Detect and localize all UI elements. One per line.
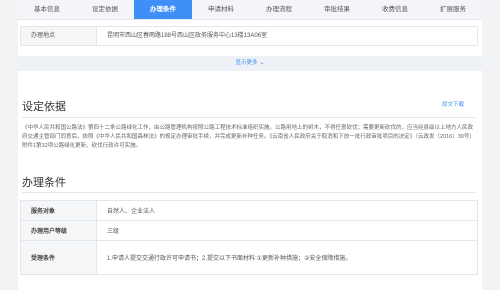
tab-result[interactable]: 审批结果 xyxy=(308,0,366,19)
tab-extended-services[interactable]: 扩展服务 xyxy=(424,0,482,19)
tab-basic-info[interactable]: 基本信息 xyxy=(18,0,76,19)
user-level-label: 办理用户等级 xyxy=(20,220,97,241)
tab-bar: 基本信息 设定依据 办理条件 申请材料 办理流程 审批结果 收费信息 扩展服务 xyxy=(18,0,482,20)
user-level-value: 三级 xyxy=(96,220,478,241)
service-target-label: 服务对象 xyxy=(20,200,97,221)
conditions-table: 服务对象 自然人、企业法人 办理用户等级 三级 受理条件 1.申请人提交交通行政… xyxy=(20,200,478,275)
tab-materials[interactable]: 申请材料 xyxy=(192,0,250,19)
tab-fees[interactable]: 收费信息 xyxy=(366,0,424,19)
address-value: 昆明市西山区春雨路188号西山区政务服务中心13楼13A06室 xyxy=(107,33,268,39)
show-more-label: 显示更多 xyxy=(235,60,258,66)
table-row: 服务对象 自然人、企业法人 xyxy=(20,200,478,221)
service-target-value: 自然人、企业法人 xyxy=(96,200,478,221)
table-row: 办理用户等级 三级 xyxy=(20,220,478,241)
chevron-down-icon: ⌄ xyxy=(259,60,265,66)
section-divider xyxy=(22,192,476,193)
download-original-link[interactable]: 原文下载 xyxy=(442,100,464,108)
section-divider xyxy=(22,117,476,118)
page-content: 基本信息 设定依据 办理条件 申请材料 办理流程 审批结果 收费信息 扩展服务 … xyxy=(18,0,482,290)
show-more-button[interactable]: 显示更多 ⌄ xyxy=(18,56,482,71)
address-label: 办理地点 xyxy=(21,27,97,45)
legal-basis-title: 设定依据 xyxy=(22,101,66,113)
conditions-title: 办理条件 xyxy=(22,177,66,189)
tab-legal-basis[interactable]: 设定依据 xyxy=(76,0,134,19)
tab-process[interactable]: 办理流程 xyxy=(250,0,308,19)
acceptance-conditions-value: 1.申请人提交交通行政许可申请书；2.提交以下书面材料:①更新补种措施；②安全保… xyxy=(96,240,478,275)
acceptance-conditions-label: 受理条件 xyxy=(20,240,97,275)
address-row: 办理地点 昆明市西山区春雨路188号西山区政务服务中心13楼13A06室 xyxy=(20,26,478,46)
legal-basis-text: 《中华人民共和国公路法》第四十二条公路绿化工作，由公路管理机构按照公路工程技术标… xyxy=(22,125,474,149)
tab-conditions[interactable]: 办理条件 xyxy=(134,0,192,19)
table-row: 受理条件 1.申请人提交交通行政许可申请书；2.提交以下书面材料:①更新补种措施… xyxy=(20,240,478,275)
